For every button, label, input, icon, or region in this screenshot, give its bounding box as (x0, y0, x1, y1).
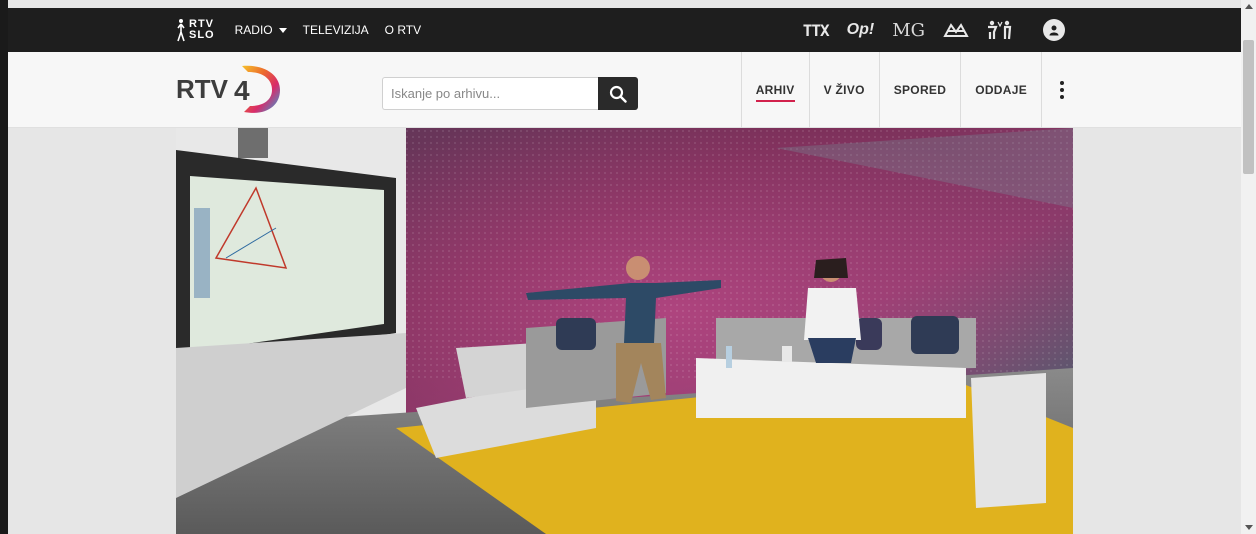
scroll-up-icon[interactable] (1245, 4, 1253, 9)
nav-o-rtv-label: O RTV (384, 23, 422, 37)
top-bar: RTV SLO RADIO TELEVIZIJA O RTV TTX Op! M… (8, 8, 1241, 52)
logo-text-bottom: SLO (189, 29, 215, 41)
menu-arhiv[interactable]: ARHIV (740, 52, 809, 128)
accessibility-icon[interactable] (987, 20, 1013, 40)
search-box (382, 77, 638, 110)
caret-down-icon (278, 27, 287, 33)
menu-v-zivo-label: V ŽIVO (823, 83, 865, 97)
user-icon[interactable] (1043, 19, 1065, 41)
nav-televizija-label: TELEVIZIJA (302, 23, 369, 37)
archive-icon[interactable] (943, 22, 969, 38)
mg-icon[interactable]: MG (892, 20, 925, 41)
menu-v-zivo[interactable]: V ŽIVO (808, 52, 879, 128)
teletext-label: TTX (802, 20, 830, 40)
rtv4-logo[interactable]: RTV 4 (176, 62, 284, 116)
rtv4-logo-number: 4 (234, 75, 250, 106)
page-scrollbar[interactable] (1241, 0, 1256, 534)
main-menu: ARHIV V ŽIVO SPORED ODDAJE (740, 52, 1081, 128)
search-button[interactable] (598, 77, 638, 110)
window-edge (0, 0, 8, 534)
nav-o-rtv[interactable]: O RTV (385, 23, 421, 37)
nav-televizija[interactable]: TELEVIZIJA (303, 23, 369, 37)
opl-icon[interactable]: Op! (847, 21, 875, 39)
rtv-slo-logo[interactable]: RTV SLO (176, 18, 215, 42)
opl-label: Op! (846, 21, 875, 38)
rtv4-logo-word: RTV (176, 73, 228, 104)
menu-oddaje-label: ODDAJE (975, 83, 1027, 97)
rtv-figure-icon (177, 19, 185, 42)
studio-video-frame (176, 128, 1073, 534)
more-vertical-icon[interactable] (1041, 52, 1081, 128)
site-header: RTV 4 Iskanje po arhivu... ARHIV V ŽIVO … (8, 52, 1241, 128)
teletext-icon[interactable]: TTX (802, 20, 830, 40)
search-icon (609, 85, 627, 103)
menu-oddaje[interactable]: ODDAJE (960, 52, 1041, 128)
mg-label: MG (892, 19, 925, 41)
search-input[interactable] (382, 77, 598, 110)
menu-spored[interactable]: SPORED (878, 52, 960, 128)
video-player[interactable] (176, 128, 1073, 534)
rtv4-logo-d-icon: 4 (234, 65, 280, 113)
scroll-thumb[interactable] (1243, 40, 1254, 174)
scroll-down-icon[interactable] (1245, 525, 1253, 530)
nav-radio[interactable]: RADIO (235, 23, 287, 37)
nav-radio-label: RADIO (234, 23, 273, 37)
menu-arhiv-label: ARHIV (755, 83, 795, 97)
menu-spored-label: SPORED (893, 83, 947, 97)
